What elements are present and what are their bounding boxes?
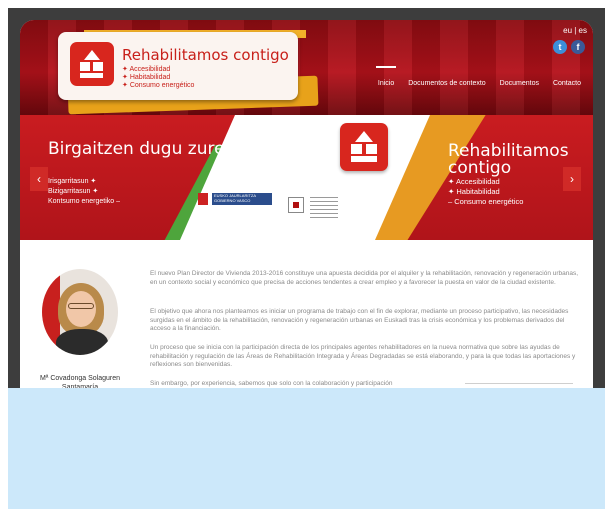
slider-item: ✦ Accesibilidad bbox=[448, 177, 500, 186]
logo-item: Consumo energético bbox=[122, 82, 195, 90]
government-logo-label: EUSKO JAURLARITZA GOBIERNO VASCO bbox=[212, 193, 272, 205]
intro-paragraph: Sin embargo, por experiencia, sabemos qu… bbox=[150, 380, 393, 387]
house-blocks-icon bbox=[340, 123, 388, 171]
partner-logo bbox=[288, 197, 304, 213]
nav-item-inicio[interactable]: Inicio bbox=[375, 66, 397, 87]
nav-item-documentos-contexto[interactable]: Documentos de contexto bbox=[408, 80, 485, 87]
nav-item-contacto[interactable]: Contacto bbox=[553, 80, 581, 87]
logo-item: Accesibilidad bbox=[122, 66, 194, 74]
website: Rehabilitamos contigo Accesibilidad Habi… bbox=[20, 20, 593, 388]
partner-logo-text bbox=[310, 197, 338, 219]
site-logo[interactable]: Rehabilitamos contigo Accesibilidad Habi… bbox=[58, 32, 298, 100]
portrait-caption: Mª Covadonga Solaguren Santamaría bbox=[39, 375, 121, 388]
blank-overlay bbox=[8, 388, 605, 509]
facebook-icon[interactable]: f bbox=[571, 40, 585, 54]
logo-item: Habitabilidad bbox=[122, 74, 194, 82]
slider-item: Bizigarritasun ✦ bbox=[48, 188, 99, 195]
slider-item: ✦ Habitabilidad bbox=[448, 187, 500, 196]
divider bbox=[465, 383, 573, 384]
portrait-photo bbox=[42, 269, 118, 355]
nav-item-documentos[interactable]: Documentos bbox=[500, 80, 539, 87]
logo-title: Rehabilitamos contigo bbox=[122, 46, 289, 64]
slider-title-eu: Birgaitzen dugu zurekin bbox=[48, 139, 250, 159]
intro-paragraph: Un proceso que se inicia con la particip… bbox=[150, 344, 576, 368]
chevron-right-icon[interactable]: › bbox=[563, 167, 581, 191]
twitter-icon[interactable]: t bbox=[553, 40, 567, 54]
government-logo: EUSKO JAURLARITZA GOBIERNO VASCO bbox=[198, 193, 272, 206]
hero-slider: EUSKO JAURLARITZA GOBIERNO VASCO Birgait… bbox=[20, 115, 593, 240]
intro-paragraph: El nuevo Plan Director de Vivienda 2013-… bbox=[150, 270, 579, 286]
portrait-body bbox=[56, 329, 108, 355]
main-nav: Inicio Documentos de contexto Documentos… bbox=[375, 66, 581, 87]
portrait-face bbox=[66, 291, 96, 327]
logo-list: Accesibilidad Habitabilidad Consumo ener… bbox=[122, 66, 194, 90]
slider-list-eu: Irisgarritasun ✦ Bizigarritasun ✦ Kontsu… bbox=[48, 177, 120, 207]
intro-paragraph: El objetivo que ahora nos planteamos es … bbox=[150, 308, 569, 332]
language-switch[interactable]: eu | es bbox=[563, 26, 587, 35]
house-blocks-icon bbox=[70, 42, 114, 86]
slider-item: Kontsumo energetiko – bbox=[48, 198, 120, 205]
site-header: Rehabilitamos contigo Accesibilidad Habi… bbox=[20, 20, 593, 115]
main-content: Mª Covadonga Solaguren Santamaría El nue… bbox=[20, 240, 593, 388]
slider-item: – Consumo energético bbox=[448, 197, 524, 206]
slider-item: Irisgarritasun ✦ bbox=[48, 178, 97, 185]
portrait-glasses bbox=[68, 303, 94, 309]
chevron-left-icon[interactable]: ‹ bbox=[30, 167, 48, 191]
slider-list-es: ✦ Accesibilidad ✦ Habitabilidad – Consum… bbox=[448, 177, 523, 207]
coat-of-arms-icon bbox=[198, 193, 208, 205]
